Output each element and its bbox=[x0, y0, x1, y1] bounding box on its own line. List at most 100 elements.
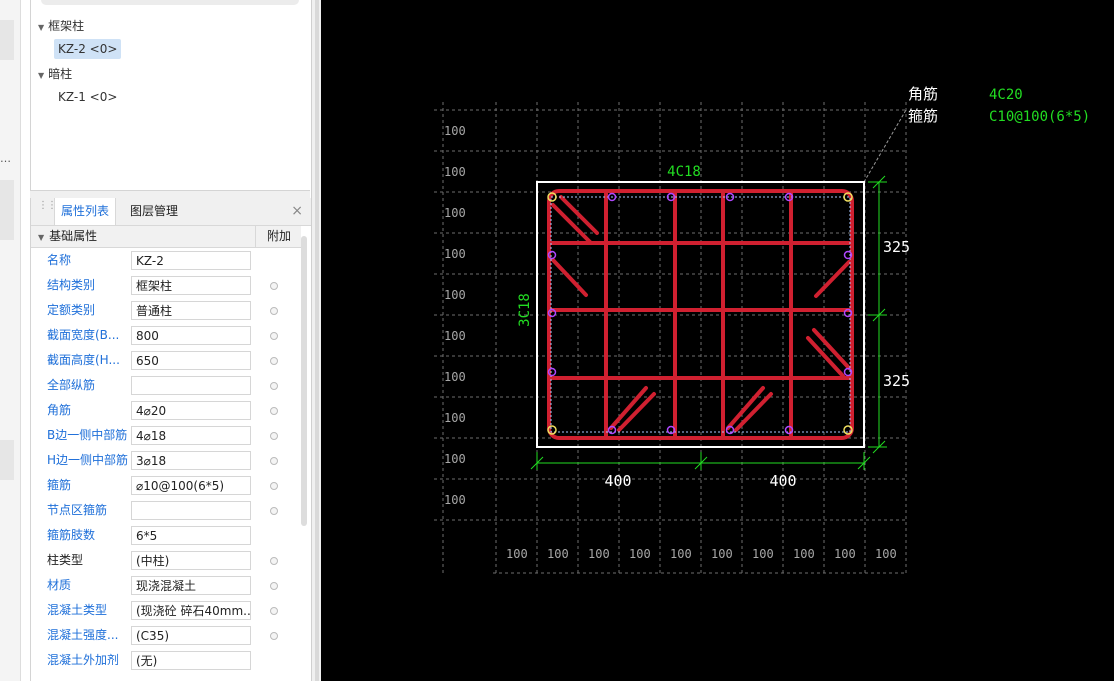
property-value-field[interactable]: (C35) bbox=[131, 626, 251, 645]
property-row[interactable]: 混凝土外加剂 (无) bbox=[31, 648, 301, 673]
expand-triangle-icon[interactable]: ▼ bbox=[38, 71, 44, 80]
extra-checkbox[interactable] bbox=[270, 507, 278, 515]
tree-group-frame-column[interactable]: ▼ 框架柱 bbox=[38, 17, 84, 34]
property-row[interactable]: B边一侧中部筋 4⌀18 bbox=[31, 423, 301, 448]
edge-block bbox=[0, 20, 14, 60]
tree-item-kz2[interactable]: KZ-2 <0> bbox=[54, 39, 122, 59]
property-value-field[interactable]: 框架柱 bbox=[131, 276, 251, 295]
property-value-field[interactable]: (中柱) bbox=[131, 551, 251, 570]
corner-rebar-title: 角筋 bbox=[908, 85, 938, 103]
property-row[interactable]: 截面宽度(B... 800 bbox=[31, 323, 301, 348]
grid-label: 100 bbox=[444, 452, 466, 466]
extra-checkbox[interactable] bbox=[270, 332, 278, 340]
property-value-field[interactable]: 800 bbox=[131, 326, 251, 345]
property-row[interactable]: 箍筋肢数 6*5 bbox=[31, 523, 301, 548]
property-value-field[interactable]: (无) bbox=[131, 651, 251, 670]
property-value-field[interactable]: 6*5 bbox=[131, 526, 251, 545]
extra-checkbox[interactable] bbox=[270, 482, 278, 490]
extra-checkbox[interactable] bbox=[270, 557, 278, 565]
property-label: 名称 bbox=[47, 253, 72, 267]
extra-checkbox[interactable] bbox=[270, 357, 278, 365]
property-value-field[interactable]: ⌀10@100(6*5) bbox=[131, 476, 251, 495]
grid-label: 100 bbox=[875, 547, 897, 561]
property-value-field[interactable]: KZ-2 bbox=[131, 251, 251, 270]
property-value-field[interactable]: (现浇砼 碎石40mm... bbox=[131, 601, 251, 620]
property-row[interactable]: 定额类别 普通柱 bbox=[31, 298, 301, 323]
property-value-field[interactable]: 4⌀18 bbox=[131, 426, 251, 445]
grid-label: 100 bbox=[444, 329, 466, 343]
extra-checkbox[interactable] bbox=[270, 382, 278, 390]
corner-rebar-value: 4C20 bbox=[989, 87, 1023, 103]
property-row[interactable]: 材质 现浇混凝土 bbox=[31, 573, 301, 598]
extra-checkbox[interactable] bbox=[270, 632, 278, 640]
extra-column-header: 附加 bbox=[255, 226, 302, 247]
tab-properties[interactable]: 属性列表 bbox=[54, 198, 117, 225]
property-value-field[interactable]: 4⌀20 bbox=[131, 401, 251, 420]
drag-grip-icon[interactable]: ⋮⋮ bbox=[38, 201, 57, 219]
property-label: 混凝土类型 bbox=[47, 603, 108, 617]
property-label: 结构类别 bbox=[47, 278, 96, 292]
property-row[interactable]: 节点区箍筋 bbox=[31, 498, 301, 523]
extra-checkbox[interactable] bbox=[270, 407, 278, 415]
tree-group-hidden-column[interactable]: ▼ 暗柱 bbox=[38, 65, 72, 82]
grid-header: ▼ 基础属性 附加 bbox=[31, 226, 301, 248]
grid-label: 100 bbox=[629, 547, 651, 561]
tab-layers[interactable]: 图层管理 bbox=[124, 198, 184, 225]
property-value-field[interactable]: 650 bbox=[131, 351, 251, 370]
property-row[interactable]: 全部纵筋 bbox=[31, 373, 301, 398]
drawing-canvas[interactable]: 100 100 100 100 100 100 100 100 100 100 100 100 100 1… bbox=[321, 0, 1114, 681]
extra-checkbox[interactable] bbox=[270, 282, 278, 290]
extra-checkbox[interactable] bbox=[270, 457, 278, 465]
grid-label: 100 bbox=[793, 547, 815, 561]
tab-bar: ⋮⋮ 属性列表 图层管理 × bbox=[31, 198, 311, 226]
property-row[interactable]: 角筋 4⌀20 bbox=[31, 398, 301, 423]
tree-group-label: 暗柱 bbox=[48, 67, 73, 81]
property-row[interactable]: 结构类别 框架柱 bbox=[31, 273, 301, 298]
grid-label: 100 bbox=[506, 547, 528, 561]
leader-line bbox=[863, 109, 907, 183]
expand-triangle-icon[interactable]: ▼ bbox=[38, 23, 44, 32]
column-section-drawing[interactable]: 100 100 100 100 100 100 100 100 100 100 100 100 100 1… bbox=[321, 0, 1114, 681]
grid-label: 100 bbox=[834, 547, 856, 561]
stirrup-title: 箍筋 bbox=[908, 107, 938, 125]
property-value-field[interactable] bbox=[131, 376, 251, 395]
section-label: 基础属性 bbox=[49, 229, 98, 243]
property-value-field[interactable]: 普通柱 bbox=[131, 301, 251, 320]
grid-label: 100 bbox=[588, 547, 610, 561]
property-value-field[interactable]: 3⌀18 bbox=[131, 451, 251, 470]
property-label: B边一侧中部筋 bbox=[47, 428, 128, 442]
grid-label: 100 bbox=[444, 411, 466, 425]
property-row[interactable]: H边一侧中部筋 3⌀18 bbox=[31, 448, 301, 473]
property-row[interactable]: 柱类型 (中柱) bbox=[31, 548, 301, 573]
search-box-edge[interactable] bbox=[41, 0, 299, 5]
extra-checkbox[interactable] bbox=[270, 607, 278, 615]
property-value-field[interactable] bbox=[131, 501, 251, 520]
top-rebar-label: 4C18 bbox=[667, 164, 701, 180]
grid-label: 100 bbox=[444, 206, 466, 220]
property-row[interactable]: 截面高度(H... 650 bbox=[31, 348, 301, 373]
property-label: 节点区箍筋 bbox=[47, 503, 108, 517]
property-label: 混凝土外加剂 bbox=[47, 653, 120, 667]
property-row[interactable]: 混凝土强度... (C35) bbox=[31, 623, 301, 648]
grid-label: 100 bbox=[444, 288, 466, 302]
dim-bottom-left: 400 bbox=[604, 472, 631, 490]
scrollbar[interactable] bbox=[301, 236, 307, 526]
collapse-triangle-icon[interactable]: ▼ bbox=[38, 233, 44, 242]
extra-checkbox[interactable] bbox=[270, 582, 278, 590]
extra-checkbox[interactable] bbox=[270, 432, 278, 440]
property-row[interactable]: 箍筋 ⌀10@100(6*5) bbox=[31, 473, 301, 498]
section-basic-properties[interactable]: ▼ 基础属性 bbox=[38, 226, 97, 248]
component-tree-panel: ▼ 框架柱 KZ-2 <0> ▼ 暗柱 KZ-1 <0> bbox=[30, 0, 312, 190]
property-value-field[interactable]: 现浇混凝土 bbox=[131, 576, 251, 595]
extra-checkbox[interactable] bbox=[270, 307, 278, 315]
close-icon[interactable]: × bbox=[291, 198, 303, 225]
property-row[interactable]: 名称 KZ-2 bbox=[31, 248, 301, 273]
property-label: 箍筋肢数 bbox=[47, 528, 96, 542]
tree-item-kz1[interactable]: KZ-1 <0> bbox=[54, 87, 121, 107]
property-label: 截面高度(H... bbox=[47, 353, 120, 367]
edge-block bbox=[0, 440, 14, 480]
grid-label: 100 bbox=[444, 493, 466, 507]
grid-label: 100 bbox=[444, 124, 466, 138]
property-row[interactable]: 混凝土类型 (现浇砼 碎石40mm... bbox=[31, 598, 301, 623]
property-label: 定额类别 bbox=[47, 303, 96, 317]
